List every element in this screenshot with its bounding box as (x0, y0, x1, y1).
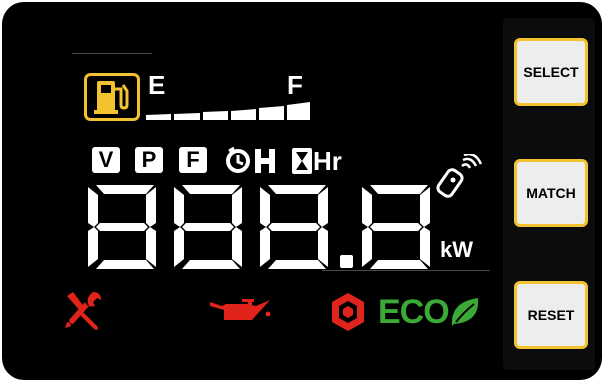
seg-d (96, 260, 154, 269)
seg-e (88, 227, 98, 267)
oil-can-icon (208, 296, 272, 331)
reset-button[interactable]: RESET (514, 281, 588, 349)
fuel-bar-3 (203, 111, 228, 120)
digit-3 (260, 185, 328, 269)
wrench-screwdriver-icon (63, 290, 103, 335)
seg-g (96, 223, 148, 231)
leaf-icon (451, 298, 479, 326)
digit-4 (362, 185, 430, 269)
hours-label: Hr (313, 146, 342, 176)
seven-segment-readout (88, 185, 430, 269)
decimal-point (340, 255, 353, 268)
bottom-separator (322, 270, 490, 271)
indicator-p: P (135, 147, 163, 173)
unit-label: kW (440, 237, 473, 262)
fuel-bar-1 (146, 114, 171, 120)
digit-1 (88, 185, 156, 269)
digit-2 (174, 185, 242, 269)
eco-label: ECO (378, 293, 450, 331)
eco-mode-indicator: ECO (378, 294, 482, 330)
fuel-full-label: F (287, 70, 303, 100)
fuel-bar-2 (174, 113, 200, 120)
seg-c (146, 227, 156, 267)
fuel-bar-4 (231, 109, 256, 120)
generator-control-panel: E F V P F Hr kW ECO SELECT MATCH RESET (0, 0, 604, 382)
engine-hexagon-icon (331, 292, 365, 337)
indicator-v: V (92, 147, 120, 173)
top-separator (72, 53, 152, 54)
oh-clock-indicator (225, 146, 285, 180)
hourglass-hours-indicator: Hr (291, 147, 351, 175)
seg-f (88, 187, 98, 227)
fuel-empty-label: E (148, 70, 166, 100)
match-button[interactable]: MATCH (514, 159, 588, 227)
seg-a (96, 185, 154, 194)
seg-b (146, 187, 156, 227)
fuel-pump-icon (84, 73, 140, 121)
select-button[interactable]: SELECT (514, 38, 588, 106)
indicator-f: F (179, 147, 207, 173)
fuel-bar-6 (287, 102, 310, 120)
fuel-level-bars (146, 102, 310, 120)
fuel-bar-5 (259, 106, 284, 120)
remote-key-fob-icon (436, 152, 483, 203)
